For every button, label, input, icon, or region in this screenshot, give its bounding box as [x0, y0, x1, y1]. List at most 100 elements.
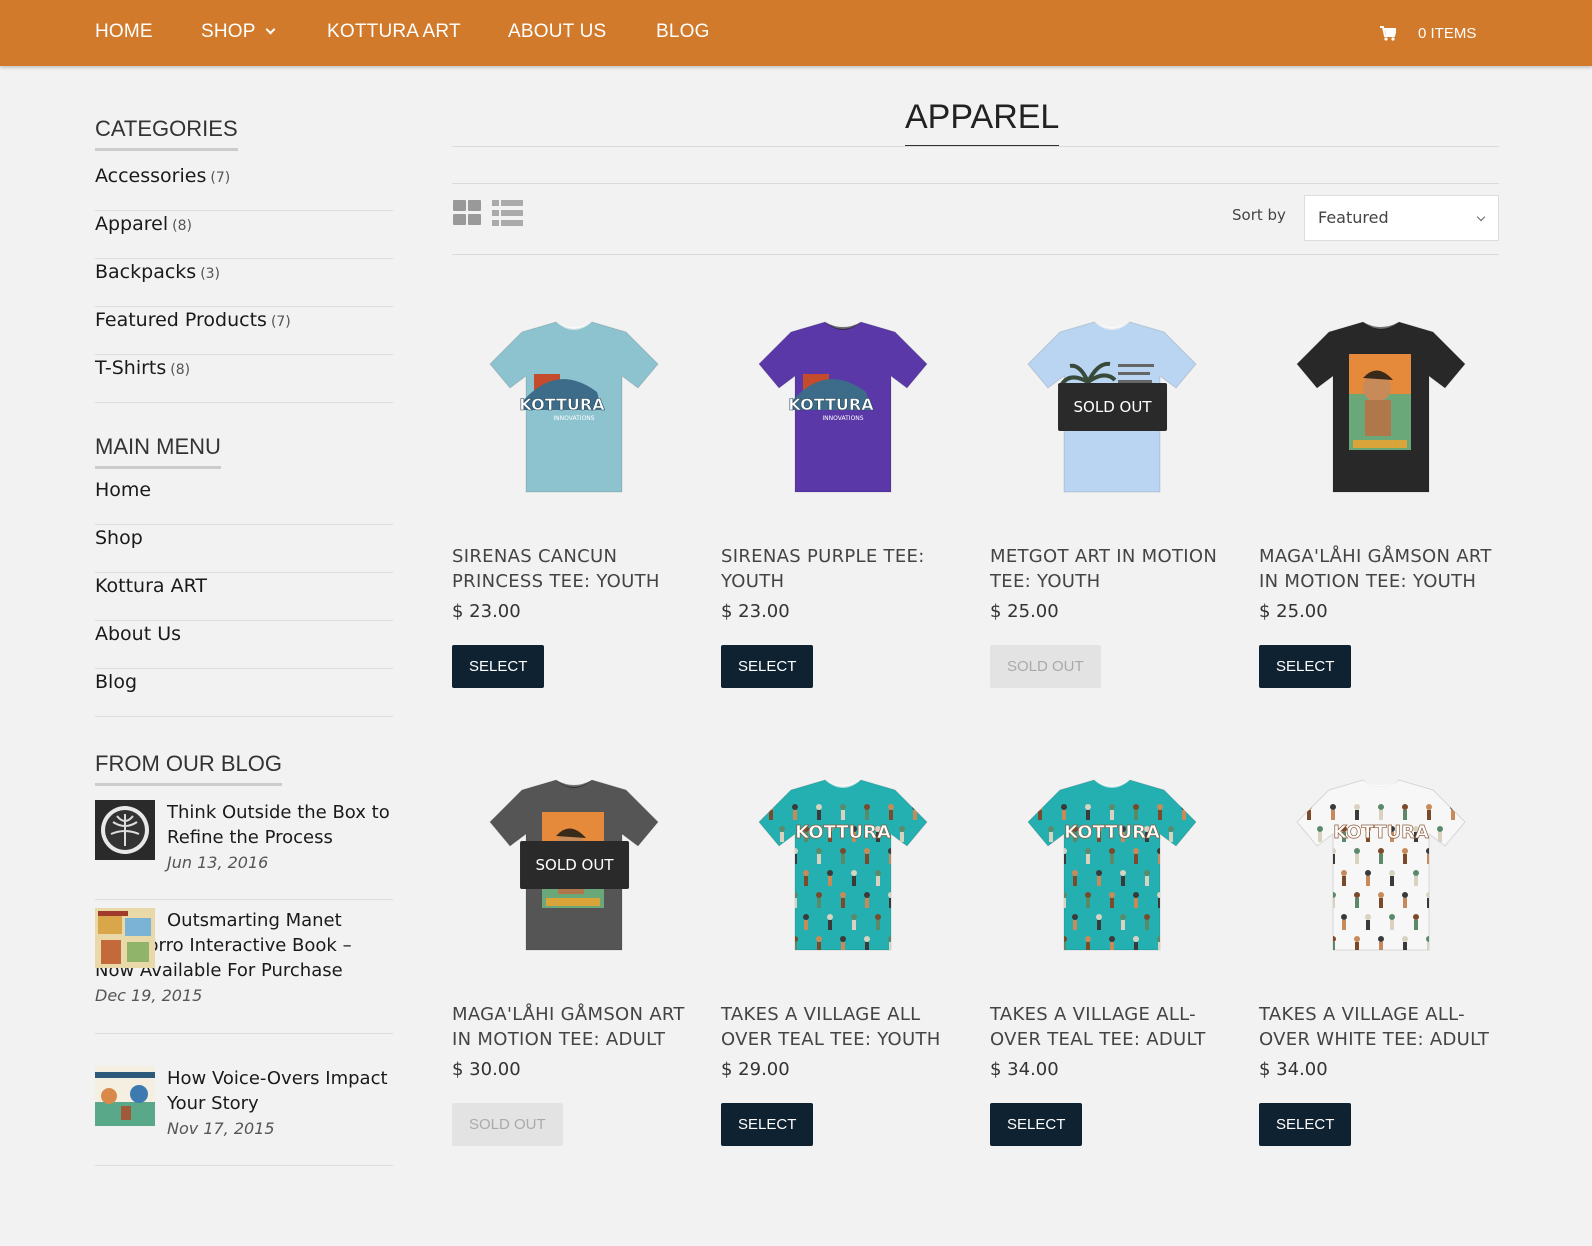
category-item[interactable]: Backpacks (3): [95, 260, 393, 307]
svg-text:INNOVATIONS: INNOVATIONS: [822, 415, 863, 422]
menu-label: Shop: [95, 527, 143, 549]
category-item[interactable]: Accessories (7): [95, 164, 393, 211]
select-button[interactable]: SELECT: [452, 645, 545, 688]
product-price: $ 25.00: [990, 601, 1059, 622]
page-title: APPAREL: [905, 98, 1060, 147]
product-card: KOTTURA TAKES A VILLAGE ALL-OVER WHITE TE…: [1259, 750, 1504, 1146]
category-count: (8): [170, 362, 191, 378]
blog-post-date: Jun 13, 2016: [167, 853, 269, 872]
product-price: $ 30.00: [452, 1059, 521, 1080]
product-name[interactable]: METGOT ART IN MOTION TEE: YOUTH: [990, 544, 1235, 594]
nav-about-us[interactable]: ABOUT US: [508, 0, 606, 66]
cart-icon: [1380, 26, 1398, 41]
product-card: MAGA'LÅHI GÅMSON ART IN MOTION TEE: YOUT…: [1259, 292, 1504, 688]
blog-heading: FROM OUR BLOG: [95, 751, 283, 786]
list-view-button[interactable]: [492, 200, 523, 230]
blog-post-title[interactable]: Think Outside the Box to Refine the Proc…: [167, 800, 393, 850]
nav-home[interactable]: HOME: [95, 0, 153, 66]
category-item[interactable]: T-Shirts (8): [95, 356, 393, 403]
product-name[interactable]: TAKES A VILLAGE ALL-OVER TEAL TEE: ADULT: [990, 1002, 1235, 1052]
select-button[interactable]: SELECT: [721, 1103, 814, 1146]
product-image[interactable]: KOTTURA INNOVATIONS: [721, 292, 966, 522]
category-count: (7): [210, 170, 231, 186]
product-card: SOLD OUT METGOT ART IN MOTION TEE: YOUTH $…: [990, 292, 1235, 688]
product-image[interactable]: SOLD OUT: [452, 750, 697, 980]
menu-item[interactable]: Blog: [95, 670, 393, 717]
nav-shop-label: SHOP: [201, 21, 256, 42]
menu-item[interactable]: Shop: [95, 526, 393, 573]
list-icon: [492, 200, 523, 226]
product-price: $ 29.00: [721, 1059, 790, 1080]
select-button[interactable]: SELECT: [721, 645, 814, 688]
select-button[interactable]: SELECT: [1259, 1103, 1352, 1146]
product-name[interactable]: TAKES A VILLAGE ALL-OVER WHITE TEE: ADUL…: [1259, 1002, 1504, 1052]
product-name[interactable]: MAGA'LÅHI GÅMSON ART IN MOTION TEE: YOUT…: [1259, 544, 1504, 594]
sort-select[interactable]: Featured: [1304, 195, 1499, 241]
category-label: T-Shirts: [95, 357, 167, 379]
blog-post-date: Dec 19, 2015: [95, 986, 203, 1005]
cart-link[interactable]: 0 ITEMS: [1380, 0, 1476, 66]
blog-thumbnail[interactable]: [95, 800, 155, 860]
product-image[interactable]: KOTTURA: [721, 750, 966, 980]
blog-post: Think Outside the Box to Refine the Proc…: [95, 800, 393, 900]
nav-shop[interactable]: SHOP: [201, 0, 276, 66]
svg-text:INNOVATIONS: INNOVATIONS: [553, 415, 594, 422]
product-image[interactable]: KOTTURA: [990, 750, 1235, 980]
svg-text:KOTTURA: KOTTURA: [788, 395, 874, 414]
product-card: KOTTURA INNOVATIONS SIRENAS CANCUN PRINCES…: [452, 292, 697, 688]
product-card: KOTTURA TAKES A VILLAGE ALL-OVER TEAL TEE…: [990, 750, 1235, 1146]
blog-post: How Voice-Overs Impact Your Story Nov 17…: [95, 1066, 393, 1166]
menu-item[interactable]: Home: [95, 478, 393, 525]
blog-post: Outsmarting Manet Chamorro Interactive B…: [95, 908, 393, 1034]
product-name[interactable]: MAGA'LÅHI GÅMSON ART IN MOTION TEE: ADUL…: [452, 1002, 697, 1052]
category-label: Apparel: [95, 213, 169, 235]
menu-label: Blog: [95, 671, 137, 693]
top-nav: HOME SHOP KOTTURA ART ABOUT US BLOG 0 IT…: [0, 0, 1592, 66]
main-menu-heading: MAIN MENU: [95, 434, 221, 469]
sold-out-badge: SOLD OUT: [519, 841, 630, 889]
chevron-down-icon: [265, 24, 276, 35]
category-item[interactable]: Featured Products (7): [95, 308, 393, 355]
sold-out-button: SOLD OUT: [990, 645, 1101, 688]
product-card: KOTTURA TAKES A VILLAGE ALL OVER TEAL TEE…: [721, 750, 966, 1146]
svg-text:KOTTURA: KOTTURA: [1064, 822, 1160, 843]
menu-label: Kottura ART: [95, 575, 207, 597]
divider: [452, 183, 1499, 184]
category-count: (7): [270, 314, 291, 330]
product-price: $ 34.00: [1259, 1059, 1328, 1080]
blog-post-date: Nov 17, 2015: [167, 1119, 275, 1138]
svg-text:KOTTURA: KOTTURA: [795, 822, 891, 843]
product-image[interactable]: [1259, 292, 1504, 522]
category-label: Featured Products: [95, 309, 267, 331]
product-name[interactable]: TAKES A VILLAGE ALL OVER TEAL TEE: YOUTH: [721, 1002, 966, 1052]
svg-text:KOTTURA: KOTTURA: [1333, 822, 1429, 843]
category-label: Backpacks: [95, 261, 197, 283]
grid-view-button[interactable]: [453, 200, 482, 230]
menu-label: Home: [95, 479, 152, 501]
nav-kottura-art[interactable]: KOTTURA ART: [327, 0, 461, 66]
blog-post-title[interactable]: How Voice-Overs Impact Your Story: [167, 1066, 393, 1116]
select-button[interactable]: SELECT: [1259, 645, 1352, 688]
product-name[interactable]: SIRENAS CANCUN PRINCESS TEE: YOUTH: [452, 544, 697, 594]
divider: [452, 254, 1499, 255]
blog-thumbnail[interactable]: [95, 908, 155, 968]
product-card: KOTTURA INNOVATIONS SIRENAS PURPLE TEE: YO…: [721, 292, 966, 688]
category-count: (8): [172, 218, 192, 234]
product-price: $ 25.00: [1259, 601, 1328, 622]
menu-item[interactable]: Kottura ART: [95, 574, 393, 621]
product-price: $ 34.00: [990, 1059, 1059, 1080]
product-name[interactable]: SIRENAS PURPLE TEE: YOUTH: [721, 544, 966, 594]
sort-by-label: Sort by: [1232, 206, 1286, 224]
chevron-down-icon: [1476, 212, 1486, 222]
nav-blog[interactable]: BLOG: [656, 0, 710, 66]
select-button[interactable]: SELECT: [990, 1103, 1083, 1146]
category-item[interactable]: Apparel (8): [95, 212, 393, 259]
product-image[interactable]: KOTTURA: [1259, 750, 1504, 980]
product-image[interactable]: KOTTURA INNOVATIONS: [452, 292, 697, 522]
product-image[interactable]: SOLD OUT: [990, 292, 1235, 522]
menu-item[interactable]: About Us: [95, 622, 393, 669]
blog-thumbnail[interactable]: [95, 1066, 155, 1126]
sort-selected-value: Featured: [1318, 208, 1389, 227]
svg-text:KOTTURA: KOTTURA: [519, 395, 605, 414]
category-label: Accessories: [95, 165, 207, 187]
